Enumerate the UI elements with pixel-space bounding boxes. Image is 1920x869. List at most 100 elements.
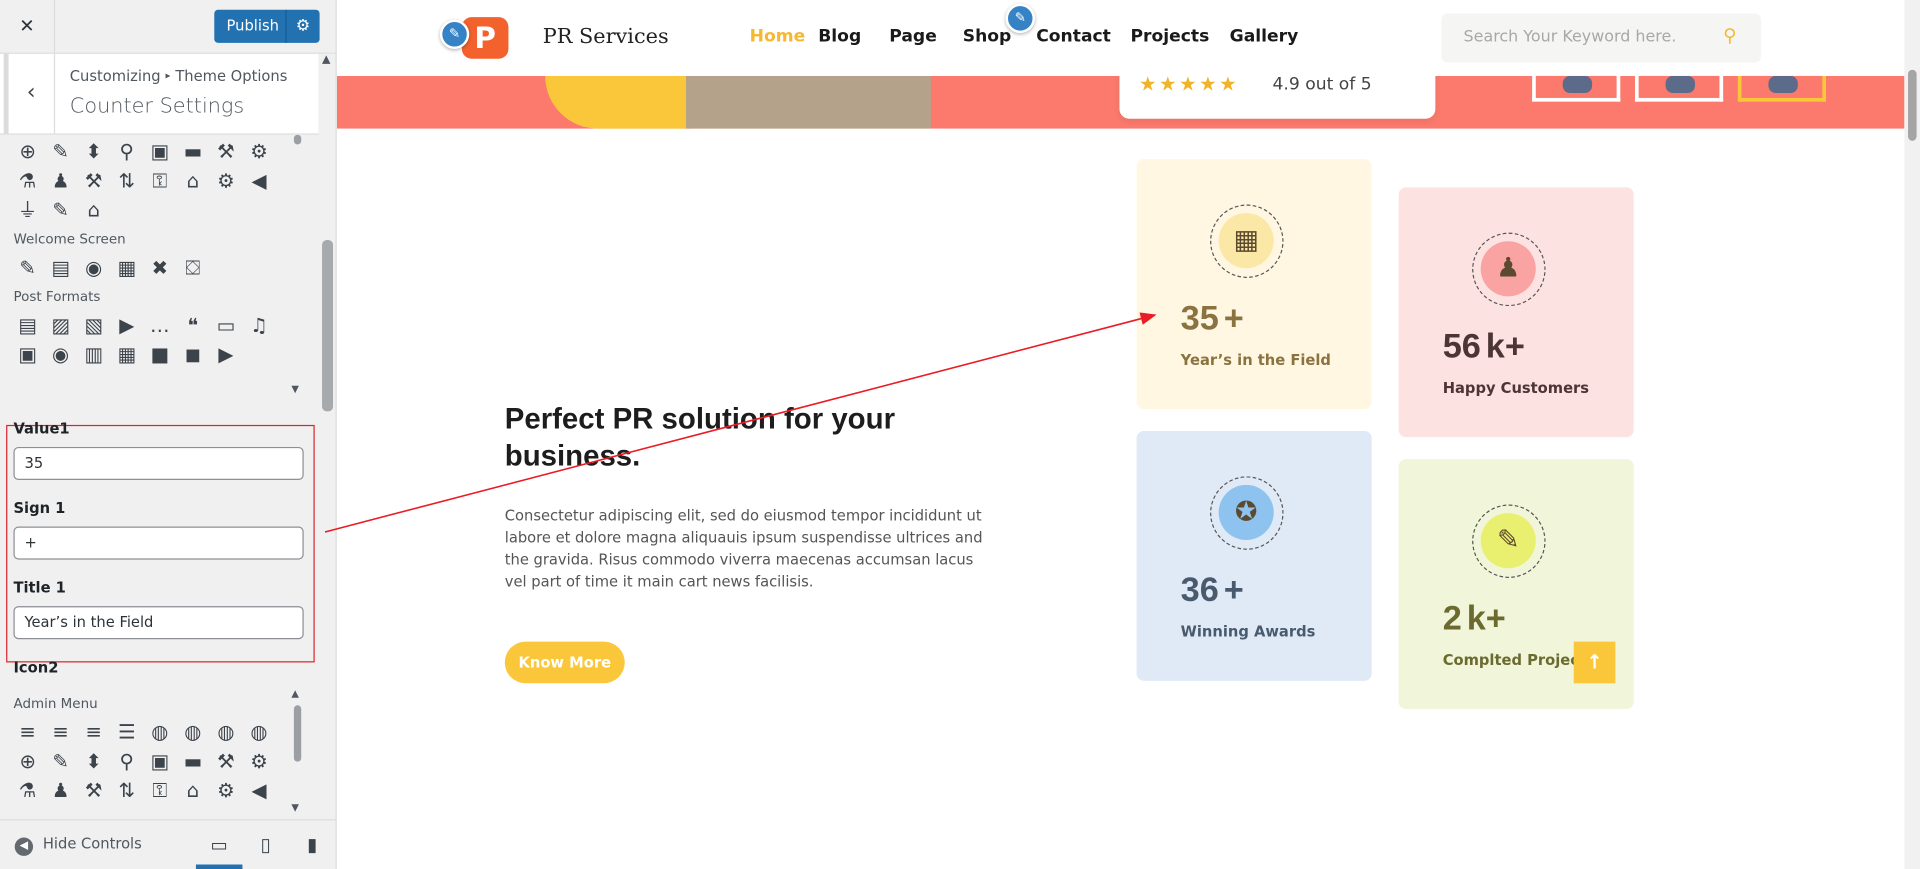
icon-pane-scrollbar[interactable]: ▼ — [290, 134, 303, 398]
picker-glyph-icon[interactable]: ⌂ — [179, 779, 207, 802]
nav-page[interactable]: Page — [889, 27, 937, 47]
picker-glyph-icon[interactable]: ✎ — [47, 140, 75, 163]
picker-glyph-icon[interactable]: ⚙ — [212, 169, 240, 192]
picker-glyph-icon[interactable]: ✎ — [13, 256, 41, 279]
picker-glyph-icon[interactable]: ▬ — [179, 749, 207, 772]
edit-pencil-icon[interactable]: ✎ — [439, 19, 469, 49]
picker-glyph-icon[interactable]: ⚿ — [146, 169, 174, 192]
nav-contact[interactable]: Contact — [1036, 27, 1111, 47]
picker-glyph-icon[interactable]: ⇅ — [113, 779, 141, 802]
picker-glyph-icon[interactable]: ✖ — [146, 256, 174, 279]
title1-input[interactable]: Year’s in the Field — [13, 606, 304, 640]
nav-projects[interactable]: Projects — [1130, 27, 1209, 47]
picker-glyph-icon[interactable]: ▶ — [212, 343, 240, 366]
publish-button[interactable]: Publish ⚙ — [214, 9, 320, 43]
picker-glyph-icon[interactable]: ⬍ — [80, 749, 108, 772]
picker-glyph-icon[interactable]: ▥ — [80, 343, 108, 366]
picker-glyph-icon[interactable]: ⚗ — [13, 169, 41, 192]
picker-glyph-icon[interactable]: ⌂ — [80, 198, 108, 221]
picker-glyph-icon[interactable]: ⚲ — [113, 749, 141, 772]
search-input[interactable]: Search Your Keyword here. ⚲ — [1441, 13, 1761, 63]
arrow-up-icon[interactable]: ↑ — [1573, 641, 1616, 684]
picker-glyph-icon[interactable]: ▤ — [47, 256, 75, 279]
picker-glyph-icon[interactable]: ⛋ — [179, 256, 207, 279]
back-chevron-icon[interactable]: ‹ — [3, 53, 56, 134]
preview-scrollbar[interactable] — [1904, 0, 1920, 869]
picker-glyph-icon[interactable]: ⇅ — [113, 169, 141, 192]
nav-home[interactable]: Home — [749, 27, 805, 47]
picker-glyph-icon[interactable]: ⚒ — [80, 169, 108, 192]
picker-glyph-icon[interactable]: ▧ — [80, 313, 108, 336]
value1-input[interactable]: 35 — [13, 446, 304, 481]
picker-glyph-icon[interactable]: ▤ — [13, 313, 41, 336]
know-more-button[interactable]: Know More — [504, 641, 625, 684]
nav-blog[interactable]: Blog — [818, 27, 861, 47]
picker-glyph-icon[interactable]: ⚒ — [212, 749, 240, 772]
hero-thumbnail[interactable] — [1737, 73, 1826, 102]
edit-pencil-icon[interactable]: ✎ — [1005, 3, 1035, 34]
scroll-up-icon[interactable]: ▲ — [322, 54, 330, 66]
picker-glyph-icon[interactable]: ⚗ — [13, 779, 41, 802]
picker-glyph-icon[interactable]: ▬ — [179, 140, 207, 163]
picker-glyph-icon[interactable]: ⚙ — [212, 779, 240, 802]
close-icon[interactable]: ✕ — [0, 0, 56, 53]
picker-glyph-icon[interactable]: ◍ — [146, 720, 174, 743]
tablet-icon[interactable]: ▯ — [242, 820, 289, 869]
picker-glyph-icon[interactable]: ◍ — [212, 720, 240, 743]
scrollbar-thumb[interactable] — [322, 240, 334, 412]
picker-glyph-icon[interactable]: ⚒ — [80, 779, 108, 802]
picker-glyph-icon[interactable]: ⚲ — [113, 140, 141, 163]
picker-glyph-icon[interactable]: ❝ — [179, 313, 207, 336]
picker-glyph-icon[interactable]: ■ — [146, 343, 174, 366]
picker-glyph-icon[interactable]: ≡ — [47, 720, 75, 743]
picker-glyph-icon[interactable]: ✎ — [47, 198, 75, 221]
hero-thumbnail[interactable] — [1634, 73, 1723, 102]
picker-glyph-icon[interactable]: ▣ — [146, 140, 174, 163]
picker-glyph-icon[interactable]: ▭ — [212, 313, 240, 336]
logo-text[interactable]: PR Services — [542, 24, 668, 48]
picker-glyph-icon[interactable]: ⊕ — [13, 140, 41, 163]
picker-glyph-icon[interactable]: ◉ — [47, 343, 75, 366]
scrollbar-thumb[interactable] — [1907, 69, 1917, 141]
nav-shop[interactable]: Shop — [962, 27, 1011, 47]
picker-glyph-icon[interactable]: ▣ — [146, 749, 174, 772]
picker-glyph-icon[interactable]: ⚙ — [245, 749, 273, 772]
picker-glyph-icon[interactable]: ⚙ — [245, 140, 273, 163]
nav-gallery[interactable]: Gallery — [1229, 27, 1298, 47]
picker-glyph-icon[interactable]: ▨ — [47, 313, 75, 336]
sign1-input[interactable]: + — [13, 526, 304, 560]
picker-glyph-icon[interactable]: ◀ — [245, 169, 273, 192]
picker-glyph-icon[interactable]: ☰ — [113, 720, 141, 743]
sidebar-scrollbar[interactable]: ▲ — [318, 53, 336, 821]
picker-glyph-icon[interactable]: ▦ — [113, 343, 141, 366]
picker-glyph-icon[interactable]: ♟ — [47, 779, 75, 802]
picker-glyph-icon[interactable]: ⚒ — [212, 140, 240, 163]
picker-glyph-icon[interactable]: ≡ — [80, 720, 108, 743]
picker-glyph-icon[interactable]: ⚿ — [146, 779, 174, 802]
desktop-icon[interactable]: ▭ — [195, 820, 243, 869]
picker-glyph-icon[interactable]: ≡ — [13, 720, 41, 743]
icon-picker-pane-2[interactable]: Admin Menu ≡ ≡ ≡ ☰ ◍ ◍ ◍ ◍ ⊕ ✎ ⬍ ⚲ ▣ ▬ ⚒ ⚙ ⚗ ♟ ⚒ ⇅ ⚿ ⌂ ⚙ ◀ ▲ ▼ — [13, 688, 303, 817]
picker-glyph-icon[interactable]: ▦ — [113, 256, 141, 279]
picker-glyph-icon[interactable]: ⏚ — [13, 198, 41, 221]
picker-glyph-icon[interactable]: ◀ — [245, 779, 273, 802]
picker-glyph-icon[interactable]: ♟ — [47, 169, 75, 192]
picker-glyph-icon[interactable]: … — [146, 313, 174, 336]
picker-glyph-icon[interactable]: ♫ — [245, 313, 273, 336]
icon-pane-scrollbar[interactable]: ▲ ▼ — [290, 688, 303, 817]
hide-controls-button[interactable]: ◀ Hide Controls — [14, 835, 142, 856]
icon-picker-pane-1[interactable]: ⊕ ✎ ⬍ ⚲ ▣ ▬ ⚒ ⚙ ⚗ ♟ ⚒ ⇅ ⚿ ⌂ ⚙ ◀ ⏚ ✎ ⌂ Welcome Screen ✎ ▤ ◉ ▦ ✖… — [13, 134, 303, 398]
picker-glyph-icon[interactable]: ⌂ — [179, 169, 207, 192]
picker-glyph-icon[interactable]: ▣ — [13, 343, 41, 366]
picker-glyph-icon[interactable]: ◉ — [80, 256, 108, 279]
picker-glyph-icon[interactable]: ◼ — [179, 343, 207, 366]
search-icon[interactable]: ⚲ — [1723, 24, 1736, 46]
picker-glyph-icon[interactable]: ⬍ — [80, 140, 108, 163]
picker-glyph-icon[interactable]: ✎ — [47, 749, 75, 772]
picker-glyph-icon[interactable]: ▶ — [113, 313, 141, 336]
publish-settings-gear-icon[interactable]: ⚙ — [285, 9, 319, 43]
mobile-icon[interactable]: ▮ — [289, 820, 336, 869]
picker-glyph-icon[interactable]: ⊕ — [13, 749, 41, 772]
picker-glyph-icon[interactable]: ◍ — [179, 720, 207, 743]
hero-thumbnail[interactable] — [1531, 73, 1620, 102]
